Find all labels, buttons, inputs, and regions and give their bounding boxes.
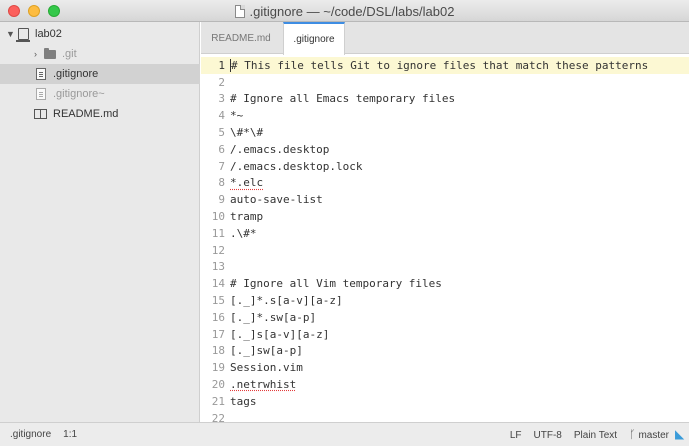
line-number: 4	[218, 109, 225, 123]
line-number: 6	[218, 142, 225, 156]
window-title: .gitignore — ~/code/DSL/labs/lab02	[249, 3, 455, 19]
line-number: 14	[211, 277, 225, 291]
code-line[interactable]: 21 tags	[201, 393, 689, 410]
code-text: auto-save-list	[230, 193, 323, 207]
chevron-right-icon[interactable]: ›	[34, 49, 44, 59]
tree-item-gitignore-backup[interactable]: .gitignore~	[0, 84, 200, 104]
code-line[interactable]: 4 *~	[201, 107, 689, 124]
code-line[interactable]: 10 tramp	[201, 208, 689, 225]
code-line[interactable]: 17 [._]s[a-v][a-z]	[201, 326, 689, 343]
code-text: /.emacs.desktop.lock	[230, 159, 363, 173]
code-text: *~	[230, 109, 244, 123]
line-number: 21	[211, 394, 225, 408]
tab-label: .gitignore	[293, 34, 335, 45]
code-text: .\#*	[230, 226, 257, 240]
line-number: 7	[218, 159, 225, 173]
tab-bar: README.md .gitignore	[201, 22, 689, 55]
code-line[interactable]: 8 *.elc	[201, 175, 689, 192]
tree-root-lab02[interactable]: ▼ lab02	[0, 24, 200, 44]
code-line[interactable]: 20 .netrwhist	[201, 376, 689, 393]
document-icon	[36, 88, 46, 100]
document-icon	[36, 68, 46, 80]
tree-item-readme[interactable]: README.md	[0, 104, 200, 124]
code-text: [._]*.sw[a-p]	[230, 310, 317, 324]
line-number: 20	[211, 378, 225, 392]
code-text: # Ignore all Emacs temporary files	[230, 92, 456, 106]
status-git-branch[interactable]: ᚴ master	[629, 429, 669, 441]
line-number: 15	[211, 294, 225, 308]
code-line[interactable]: 3 # Ignore all Emacs temporary files	[201, 91, 689, 108]
code-text: # This file tells Git to ignore files th…	[231, 58, 649, 72]
tree-item-label: .git	[62, 48, 77, 60]
tree-item-label: .gitignore~	[53, 88, 105, 100]
code-text: *.elc	[230, 176, 264, 190]
title-bar: .gitignore — ~/code/DSL/labs/lab02	[0, 0, 689, 22]
line-number: 13	[211, 260, 225, 274]
code-line[interactable]: 7 /.emacs.desktop.lock	[201, 158, 689, 175]
tree-item-label: .gitignore	[53, 68, 99, 80]
book-icon	[34, 109, 47, 119]
project-icon	[16, 28, 30, 42]
text-editor[interactable]: 1 # This file tells Git to ignore files t…	[201, 55, 689, 425]
code-line[interactable]: 9 auto-save-list	[201, 191, 689, 208]
code-line[interactable]: 14 # Ignore all Vim temporary files	[201, 275, 689, 292]
code-line[interactable]: 16 [._]*.sw[a-p]	[201, 309, 689, 326]
line-number: 3	[218, 92, 225, 106]
line-number: 9	[218, 193, 225, 207]
line-number: 18	[211, 344, 225, 358]
code-text: [._]*.s[a-v][a-z]	[230, 294, 343, 308]
status-line-ending[interactable]: LF	[510, 430, 522, 441]
code-line[interactable]: 13	[201, 259, 689, 276]
code-text: tramp	[230, 210, 264, 224]
line-number: 1	[218, 58, 225, 72]
code-text: # Ignore all Vim temporary files	[230, 277, 442, 291]
status-bar: .gitignore 1:1 LF UTF-8 Plain Text ᚴ mas…	[0, 422, 689, 446]
code-text: [._]sw[a-p]	[230, 344, 303, 358]
code-text: Session.vim	[230, 361, 303, 375]
tree-view: ▼ lab02 › .git .gitignore .gitignore~ RE…	[0, 22, 200, 422]
folder-icon	[44, 47, 56, 59]
line-number: 5	[218, 126, 225, 140]
tab-readme[interactable]: README.md	[201, 22, 281, 54]
line-number: 8	[218, 176, 225, 190]
code-line[interactable]: 19 Session.vim	[201, 359, 689, 376]
tree-item-label: README.md	[53, 108, 119, 120]
status-grammar[interactable]: Plain Text	[574, 430, 617, 441]
code-line[interactable]: 15 [._]*.s[a-v][a-z]	[201, 292, 689, 309]
tab-gitignore[interactable]: .gitignore	[283, 22, 345, 55]
chevron-down-icon[interactable]: ▼	[6, 29, 16, 39]
branch-name: master	[638, 430, 669, 441]
code-line[interactable]: 11 .\#*	[201, 225, 689, 242]
line-number: 17	[211, 327, 225, 341]
code-line[interactable]: 18 [._]sw[a-p]	[201, 343, 689, 360]
code-line[interactable]: 2	[201, 74, 689, 91]
code-text: \#*\#	[230, 126, 264, 140]
line-number: 11	[211, 226, 225, 240]
status-cursor-position[interactable]: 1:1	[63, 429, 77, 440]
tree-item-git[interactable]: › .git	[0, 44, 200, 64]
tree-item-gitignore[interactable]: .gitignore	[0, 64, 200, 84]
code-text: tags	[230, 394, 257, 408]
line-number: 10	[211, 210, 225, 224]
code-text: /.emacs.desktop	[230, 142, 330, 156]
tab-label: README.md	[211, 32, 271, 44]
tree-root-label: lab02	[35, 28, 62, 40]
status-encoding[interactable]: UTF-8	[534, 430, 562, 441]
code-line[interactable]: 12	[201, 242, 689, 259]
line-number: 2	[218, 75, 225, 89]
code-line[interactable]: 5 \#*\#	[201, 124, 689, 141]
code-line[interactable]: 1 # This file tells Git to ignore files t…	[201, 57, 689, 74]
git-branch-icon: ᚴ	[629, 429, 636, 441]
code-line[interactable]: 6 /.emacs.desktop	[201, 141, 689, 158]
line-number: 19	[211, 361, 225, 375]
line-number: 16	[211, 310, 225, 324]
code-text: [._]s[a-v][a-z]	[230, 327, 330, 341]
bird-icon[interactable]: ◣	[675, 427, 689, 441]
status-file-path[interactable]: .gitignore	[10, 429, 51, 440]
file-icon	[234, 4, 245, 18]
code-text: .netrwhist	[230, 378, 297, 392]
line-number: 12	[211, 243, 225, 257]
